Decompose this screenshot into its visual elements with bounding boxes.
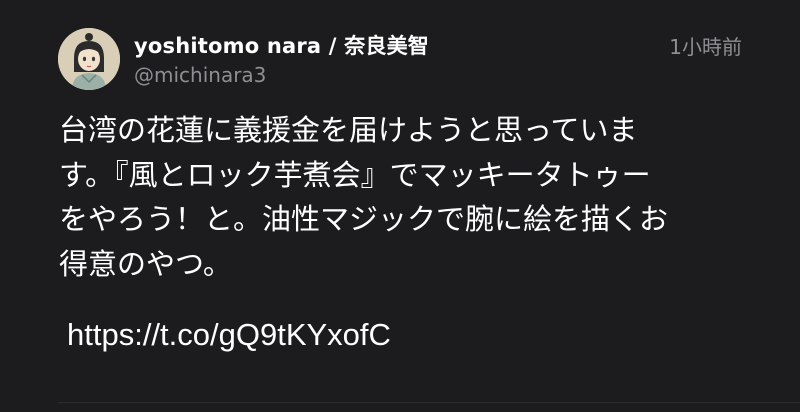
timestamp[interactable]: 1小時前 [669, 31, 742, 60]
tweet-body: 台湾の花蓮に義援金を届けようと思っていま す。『風とロック芋煮会』でマッキータト… [59, 108, 759, 286]
avatar[interactable] [58, 28, 120, 90]
divider [58, 402, 800, 403]
tweet-card[interactable]: yoshitomo nara / 奈良美智 @michinara3 1小時前 台… [0, 0, 800, 412]
avatar-portrait-icon [58, 28, 120, 90]
display-name[interactable]: yoshitomo nara / 奈良美智 [134, 30, 429, 60]
tweet-link[interactable]: https://t.co/gQ9tKYxofC [67, 317, 391, 353]
tweet-body-line: をやろう！と。油性マジックで腕に絵を描くお [59, 202, 669, 236]
user-handle[interactable]: @michinara3 [134, 63, 266, 87]
tweet-body-line: 台湾の花蓮に義援金を届けようと思っていま [59, 113, 638, 147]
tweet-body-line: 得意のやつ。 [59, 246, 232, 281]
tweet-body-line: す。『風とロック芋煮会』でマッキータトゥー [59, 157, 651, 192]
